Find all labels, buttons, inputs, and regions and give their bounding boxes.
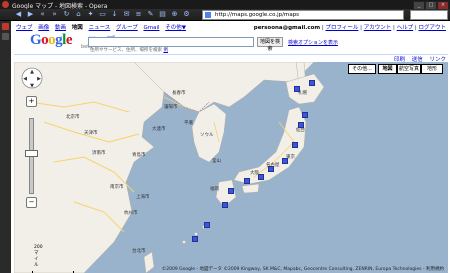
reload-icon[interactable]: ↻	[62, 10, 71, 19]
nav-web[interactable]: ウェブ	[16, 25, 33, 31]
google-nav: ウェブ 画像 動画 地図 ニュース グループ Gmail その他▼	[16, 23, 190, 31]
trash-icon[interactable]: ▭	[98, 10, 107, 19]
map-marker[interactable]	[292, 142, 298, 148]
notes-icon[interactable]: ✎	[146, 10, 155, 19]
panel-bookmarks-icon[interactable]	[2, 23, 9, 30]
city-label: 平壌	[184, 121, 193, 126]
address-input[interactable]	[215, 11, 395, 19]
address-bar[interactable]	[202, 10, 404, 20]
mail-icon[interactable]: ✉	[122, 10, 131, 19]
feed-icon[interactable]: ≡	[134, 10, 143, 19]
nav-maps: 地図	[71, 25, 83, 31]
zoom-in-icon[interactable]: +	[26, 96, 37, 107]
city-label: 大連市	[152, 127, 166, 132]
nav-gmail[interactable]: Gmail	[143, 25, 159, 31]
nav-more[interactable]: その他▼	[165, 25, 186, 31]
zoom-slider-thumb[interactable]	[25, 150, 38, 157]
city-label: ソウル	[200, 133, 214, 138]
map-marker[interactable]	[204, 222, 210, 228]
nav-groups[interactable]: グループ	[116, 25, 138, 31]
city-label: 青島市	[132, 153, 146, 158]
map-terrain	[14, 62, 325, 273]
user-bar: persoona@gmail.com | プロフィール | アカウント | ヘル…	[253, 25, 446, 31]
map-marker[interactable]	[244, 178, 250, 184]
rewind-icon[interactable]: «	[38, 10, 47, 19]
nav-news[interactable]: ニュース	[89, 25, 111, 31]
browser-search-input[interactable]	[410, 10, 448, 20]
map-marker[interactable]	[192, 236, 198, 242]
zoom-icon[interactable]: ⊕	[170, 10, 179, 19]
map-marker[interactable]	[282, 158, 288, 164]
map-marker[interactable]	[298, 122, 304, 128]
search-options-link[interactable]: 検索オプションを表示	[288, 39, 338, 46]
link-account[interactable]: アカウント	[364, 25, 392, 31]
map-type-terrain[interactable]: 地形	[421, 64, 443, 74]
user-email: persoona@gmail.com	[253, 25, 321, 31]
search-hint: 住所やサービス、住所、場所を検索 例	[90, 48, 168, 53]
city-label: 済南市	[92, 151, 106, 156]
city-label: 台北市	[132, 249, 146, 254]
map-marker[interactable]	[258, 174, 264, 180]
panel-tabs-icon[interactable]	[2, 33, 9, 40]
pan-control[interactable]: ▲ ▼ ◀ ▶	[20, 66, 44, 90]
city-label: 北京市	[66, 115, 80, 120]
search-maps-button[interactable]: 地図を検索	[257, 37, 283, 52]
settings-icon[interactable]: ⚙	[182, 10, 191, 19]
map-copyright: ©2009 Google - 地図データ ©2009 Kingway, SK M…	[161, 267, 444, 272]
link-help[interactable]: ヘルプ	[397, 25, 414, 31]
svg-text:▲: ▲	[30, 69, 34, 75]
city-label: 釜山	[212, 159, 221, 164]
map-marker[interactable]	[302, 112, 308, 118]
nav-images[interactable]: 画像	[38, 25, 49, 31]
link-profile[interactable]: プロフィール	[325, 25, 358, 31]
map-marker[interactable]	[268, 166, 274, 172]
opera-icon	[2, 1, 9, 8]
map-canvas[interactable]: ▲ ▼ ◀ ▶ + − その他... 地図 航空写真 地形 北京市 天津市 大連…	[14, 62, 448, 273]
map-marker[interactable]	[294, 86, 300, 92]
zoom-out-icon[interactable]: −	[26, 197, 37, 208]
download-icon[interactable]: ↓	[110, 10, 119, 19]
svg-text:▼: ▼	[30, 83, 34, 89]
fast-forward-icon[interactable]: »	[50, 10, 59, 19]
google-logo[interactable]: Google	[30, 32, 73, 49]
city-label: 瀋陽市	[164, 105, 178, 110]
hint-example-link[interactable]: 例	[163, 48, 168, 53]
map-type-satellite[interactable]: 航空写真	[397, 64, 421, 74]
wand-icon[interactable]: ✦	[86, 10, 95, 19]
header-divider	[14, 54, 448, 55]
map-type-map[interactable]: 地図	[378, 64, 397, 74]
city-label: 福岡	[210, 187, 219, 192]
window-titlebar: Google マップ - 地図検索 - Opera _ □ ×	[0, 0, 450, 10]
city-label: 南京市	[110, 185, 124, 190]
map-marker[interactable]	[228, 188, 234, 194]
forward-icon[interactable]: ▶	[26, 10, 35, 19]
nav-video[interactable]: 動画	[55, 25, 66, 31]
panels-icon[interactable]: ▤	[158, 10, 167, 19]
map-search-input[interactable]	[88, 37, 254, 47]
link-logout[interactable]: ログアウト	[418, 25, 446, 31]
city-label: 上海市	[136, 195, 150, 200]
home-icon[interactable]: ⌂	[74, 10, 83, 19]
opera-panel-bar	[0, 21, 11, 273]
browser-toolbar: ◀ ▶ « » ↻ ⌂ ✦ ▭ ↓ ✉ ≡ ✎ ▤ ⊕ ⚙	[0, 9, 450, 21]
map-marker[interactable]	[222, 202, 228, 208]
back-icon[interactable]: ◀	[14, 10, 23, 19]
city-label: 杭州市	[124, 211, 138, 216]
map-type-more[interactable]: その他...	[348, 64, 376, 74]
city-label: 長春市	[172, 91, 186, 96]
favicon-icon	[205, 12, 211, 18]
svg-text:◀: ◀	[23, 76, 27, 82]
map-marker[interactable]	[309, 80, 315, 86]
svg-text:▶: ▶	[37, 76, 41, 82]
city-label: 天津市	[84, 131, 98, 136]
